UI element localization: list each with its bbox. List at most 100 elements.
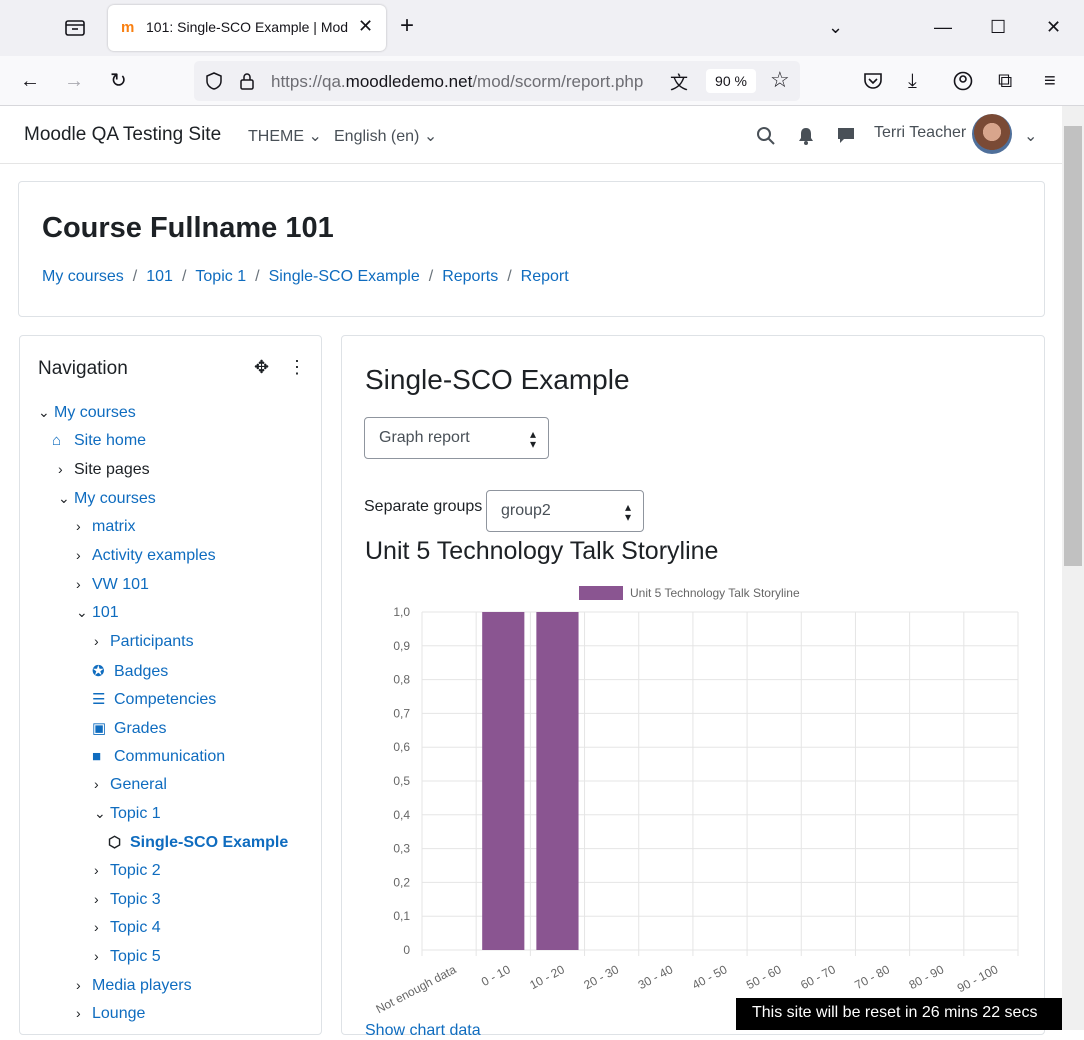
shield-icon[interactable] bbox=[204, 71, 224, 91]
user-name[interactable]: Terri Teacher bbox=[874, 124, 966, 142]
x-tick-label: 10 - 20 bbox=[527, 962, 567, 992]
app-menu-icon[interactable]: ≡ bbox=[1044, 69, 1056, 93]
x-tick-label: 60 - 70 bbox=[798, 962, 838, 992]
breadcrumb-item[interactable]: 101 bbox=[146, 268, 173, 285]
reload-icon[interactable]: ↻ bbox=[110, 69, 127, 93]
nav-item-my-courses-sub[interactable]: ⌄ My courses bbox=[58, 490, 156, 508]
y-tick-label: 0 bbox=[403, 943, 410, 957]
site-name[interactable]: Moodle QA Testing Site bbox=[24, 124, 221, 146]
nav-item-site-home[interactable]: ⌂ Site home bbox=[52, 432, 146, 450]
user-menu-chevron-icon[interactable]: ⌄ bbox=[1024, 126, 1037, 146]
url-bar[interactable]: https://qa.moodledemo.net/mod/scorm/repo… bbox=[194, 61, 800, 101]
move-icon[interactable]: ✥ bbox=[254, 357, 269, 378]
breadcrumb-item[interactable]: Single-SCO Example bbox=[269, 268, 420, 285]
chevron-down-icon: ⌄ bbox=[94, 805, 106, 821]
nav-item-topic-4[interactable]: › Topic 4 bbox=[94, 919, 161, 937]
groups-label: Separate groups bbox=[364, 498, 483, 515]
zoom-level[interactable]: 90 % bbox=[706, 69, 756, 93]
forward-icon[interactable]: → bbox=[64, 69, 84, 93]
theme-menu[interactable]: THEME ⌄ bbox=[248, 126, 322, 146]
close-window-icon[interactable]: ✕ bbox=[1046, 14, 1061, 40]
breadcrumb-item[interactable]: Topic 1 bbox=[195, 268, 246, 285]
new-tab-icon[interactable]: + bbox=[400, 14, 414, 38]
nav-item-lounge[interactable]: › Lounge bbox=[76, 1005, 145, 1023]
browser-tab[interactable]: m 101: Single-SCO Example | Mod ✕ bbox=[108, 5, 386, 51]
maximize-icon[interactable]: ☐ bbox=[990, 14, 1006, 40]
page-title: Course Fullname 101 bbox=[42, 212, 334, 244]
bookmark-star-icon[interactable]: ☆ bbox=[770, 67, 790, 93]
avatar[interactable] bbox=[972, 114, 1012, 154]
x-tick-label: 40 - 50 bbox=[690, 962, 730, 992]
tab-list-chevron-icon[interactable]: ⌄ bbox=[828, 14, 843, 40]
x-tick-label: 90 - 100 bbox=[955, 962, 1001, 995]
page-scrollbar[interactable] bbox=[1062, 106, 1084, 1030]
report-type-select[interactable]: Graph report ▴ ▾ bbox=[364, 417, 549, 459]
package-icon: ⬡ bbox=[108, 834, 122, 851]
block-actions-icon[interactable]: ⋮ bbox=[288, 357, 306, 378]
group-select[interactable]: group2 ▴ ▾ bbox=[486, 490, 644, 532]
chart-bar bbox=[536, 612, 579, 950]
extensions-icon[interactable]: ⧉ bbox=[998, 69, 1012, 93]
translate-icon[interactable]: 文 bbox=[670, 69, 688, 95]
tab-title: 101: Single-SCO Example | Mod bbox=[146, 19, 349, 35]
select-arrows-icon: ▴ ▾ bbox=[624, 500, 631, 524]
site-header: Moodle QA Testing Site THEME ⌄ English (… bbox=[0, 106, 1062, 164]
search-icon[interactable] bbox=[756, 126, 776, 146]
nav-item-single-sco-example[interactable]: ⬡ Single-SCO Example bbox=[108, 833, 288, 852]
chevron-right-icon: › bbox=[58, 461, 63, 477]
x-tick-label: 0 - 10 bbox=[479, 962, 513, 989]
nav-item-competencies[interactable]: ☰ Competencies bbox=[92, 690, 216, 709]
breadcrumb-item[interactable]: Reports bbox=[442, 268, 498, 285]
close-tab-icon[interactable]: ✕ bbox=[358, 16, 373, 37]
y-tick-label: 0,2 bbox=[393, 875, 410, 889]
navigation-title: Navigation bbox=[38, 358, 128, 379]
nav-item-topic-3[interactable]: › Topic 3 bbox=[94, 891, 161, 909]
tab-overview-icon[interactable] bbox=[62, 16, 88, 40]
nav-item-grades[interactable]: ▣ Grades bbox=[92, 719, 166, 738]
chevron-right-icon: › bbox=[94, 891, 99, 907]
nav-item-matrix[interactable]: › matrix bbox=[76, 518, 136, 536]
back-icon[interactable]: ← bbox=[20, 69, 40, 93]
account-icon[interactable] bbox=[952, 70, 974, 92]
chevron-right-icon: › bbox=[76, 518, 81, 534]
chart-bar bbox=[482, 612, 525, 950]
downloads-icon[interactable]: ⤓ bbox=[908, 69, 917, 93]
url-text: https://qa.moodledemo.net/mod/scorm/repo… bbox=[271, 72, 644, 91]
language-menu[interactable]: English (en) ⌄ bbox=[334, 126, 437, 146]
nav-item-general[interactable]: › General bbox=[94, 776, 167, 794]
nav-item-topic-5[interactable]: › Topic 5 bbox=[94, 948, 161, 966]
reset-notice: This site will be reset in 26 mins 22 se… bbox=[736, 998, 1062, 1030]
notification-bell-icon[interactable] bbox=[797, 126, 815, 146]
nav-item-media-players[interactable]: › Media players bbox=[76, 977, 192, 995]
nav-item-site-pages[interactable]: › Site pages bbox=[58, 461, 150, 479]
pocket-icon[interactable] bbox=[862, 70, 884, 92]
legend-label: Unit 5 Technology Talk Storyline bbox=[630, 586, 800, 600]
x-tick-label: 80 - 90 bbox=[907, 962, 947, 992]
nav-item-my-courses[interactable]: ⌄ My courses bbox=[38, 404, 136, 422]
messages-icon[interactable] bbox=[836, 125, 856, 145]
chevron-down-icon: ⌄ bbox=[38, 404, 50, 420]
y-tick-label: 0,8 bbox=[393, 673, 410, 687]
moodle-favicon-icon: m bbox=[121, 19, 135, 36]
breadcrumb-item[interactable]: Report bbox=[521, 268, 569, 285]
x-tick-label: 70 - 80 bbox=[852, 962, 892, 992]
minimize-icon[interactable]: — bbox=[934, 14, 952, 40]
nav-item-badges[interactable]: ✪ Badges bbox=[92, 662, 168, 681]
nav-item-vw-101[interactable]: › VW 101 bbox=[76, 576, 149, 594]
chevron-right-icon: › bbox=[76, 977, 81, 993]
nav-item-participants[interactable]: › Participants bbox=[94, 633, 194, 651]
nav-item-communication[interactable]: ■ Communication bbox=[92, 748, 225, 766]
breadcrumb-item[interactable]: My courses bbox=[42, 268, 124, 285]
nav-item-activity-examples[interactable]: › Activity examples bbox=[76, 547, 216, 565]
nav-item-topic-2[interactable]: › Topic 2 bbox=[94, 862, 161, 880]
breadcrumb: My courses/101/Topic 1/Single-SCO Exampl… bbox=[42, 268, 569, 285]
nav-item-101[interactable]: ⌄ 101 bbox=[76, 604, 119, 622]
chevron-right-icon: › bbox=[94, 776, 99, 792]
course-header-card bbox=[18, 181, 1045, 317]
lock-icon[interactable] bbox=[238, 71, 256, 91]
checklist-icon: ☰ bbox=[92, 691, 106, 708]
nav-item-topic-1[interactable]: ⌄ Topic 1 bbox=[94, 805, 161, 823]
show-chart-data-link[interactable]: Show chart data bbox=[365, 1022, 481, 1040]
square-icon: ■ bbox=[92, 748, 102, 765]
scrollbar-thumb[interactable] bbox=[1064, 126, 1082, 566]
